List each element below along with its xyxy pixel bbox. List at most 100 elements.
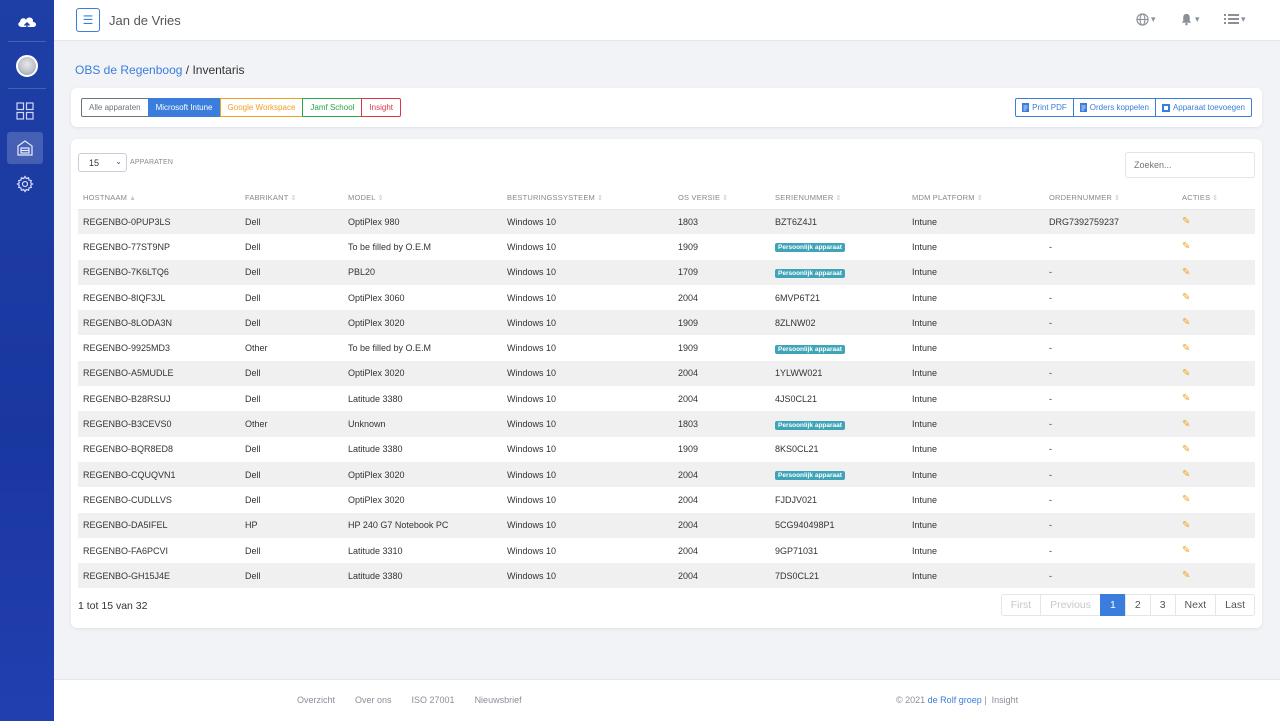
footer-link-about[interactable]: Over ons [355, 695, 392, 705]
filter-google-workspace-button[interactable]: Google Workspace [219, 98, 304, 117]
table-row[interactable]: REGENBO-FA6PCVI Dell Latitude 3310 Windows … [78, 538, 1255, 563]
column-header[interactable]: BESTURINGSSYSTEEM ⇕ [502, 186, 673, 210]
cell-actions: ✎ [1177, 563, 1255, 589]
edit-pencil-icon[interactable]: ✎ [1182, 343, 1190, 354]
column-header-label: MODEL [348, 192, 376, 202]
search-input[interactable] [1125, 152, 1255, 178]
table-row[interactable]: REGENBO-B3CEVS0 Other Unknown Windows 10 180… [78, 411, 1255, 437]
cell-os-version: 2004 [678, 393, 699, 404]
column-header[interactable]: HOSTNAAM ▲ [78, 186, 240, 210]
table-row[interactable]: REGENBO-8IQF3JL Dell OptiPlex 3060 Windows … [78, 285, 1255, 310]
cell-serial: 5CG940498P1 [770, 512, 907, 538]
first-page-button[interactable]: First [1000, 594, 1042, 616]
filter-insight-button[interactable]: Insight [361, 98, 402, 117]
table-row[interactable]: REGENBO-7K6LTQ6 Dell PBL20 Windows 10 1709 Pe… [78, 259, 1255, 285]
table-row[interactable]: REGENBO-CQUQVN1 Dell OptiPlex 3020 Windows … [78, 461, 1255, 488]
cell-vendor: Dell [240, 259, 343, 285]
cell-mdm: Intune [907, 461, 1044, 488]
edit-pencil-icon[interactable]: ✎ [1182, 292, 1190, 303]
page-length-label: APPARATEN [130, 159, 174, 166]
company-link[interactable]: de Rolf groep [928, 695, 982, 705]
next-page-button[interactable]: Next [1174, 594, 1217, 616]
cell-mdm: Intune [912, 241, 938, 252]
sidebar-item-inventory[interactable] [7, 132, 43, 164]
inventory-table-card: 15 ⌄ APPARATEN HOSTNAAM▲FABRIKANT⇕MODEL⇕… [71, 139, 1262, 628]
language-dropdown[interactable]: ▾ [1136, 13, 1156, 26]
cell-os: Windows 10 [502, 360, 673, 387]
column-header-label: ACTIES [1182, 192, 1211, 202]
cell-mdm: Intune [907, 512, 1044, 538]
cell-mdm: Intune [907, 411, 1044, 437]
table-row[interactable]: REGENBO-0PUP3LS Dell OptiPlex 980 Windows 1… [78, 209, 1255, 235]
filter-microsoft-intune-button[interactable]: Microsoft Intune [147, 98, 221, 117]
cell-vendor: Dell [245, 393, 261, 404]
footer-link-overview[interactable]: Overzicht [297, 695, 335, 705]
footer-link-newsletter[interactable]: Nieuwsbrief [475, 695, 522, 705]
edit-pencil-icon[interactable]: ✎ [1182, 494, 1190, 505]
table-row[interactable]: REGENBO-DA5IFEL HP HP 240 G7 Notebook PC Wi… [78, 512, 1255, 538]
cell-os-version: 2004 [678, 494, 699, 505]
edit-pencil-icon[interactable]: ✎ [1182, 570, 1190, 581]
cloud-upload-icon[interactable] [0, 8, 54, 36]
menu-toggle-button[interactable]: ☰ [76, 8, 100, 32]
cell-order: - [1049, 393, 1052, 404]
table-row[interactable]: REGENBO-B28RSUJ Dell Latitude 3380 Windows … [78, 386, 1255, 411]
caret-down-icon: ▾ [1241, 13, 1246, 24]
table-row[interactable]: REGENBO-77ST9NP Dell To be filled by O.E.M… [78, 234, 1255, 259]
edit-pencil-icon[interactable]: ✎ [1182, 520, 1190, 531]
cell-os: Windows 10 [502, 461, 673, 488]
sort-icon: ⇕ [835, 194, 842, 202]
edit-pencil-icon[interactable]: ✎ [1182, 469, 1190, 480]
table-row[interactable]: REGENBO-CUDLLVS Dell OptiPlex 3020 Windows … [78, 487, 1255, 512]
cell-actions: ✎ [1177, 487, 1255, 512]
column-header[interactable]: MDM PLATFORM ⇕ [907, 186, 1044, 210]
sidebar-item-settings[interactable] [7, 168, 43, 200]
edit-pencil-icon[interactable]: ✎ [1182, 419, 1190, 430]
edit-pencil-icon[interactable]: ✎ [1182, 241, 1190, 252]
column-header[interactable]: ORDERNUMMER ⇕ [1044, 186, 1177, 210]
table-row[interactable]: REGENBO-A5MUDLE Dell OptiPlex 3020 Windows … [78, 360, 1255, 387]
edit-pencil-icon[interactable]: ✎ [1182, 393, 1190, 404]
filter-jamf-school-button[interactable]: Jamf School [302, 98, 363, 117]
column-header[interactable]: ACTIES ⇕ [1177, 186, 1255, 210]
table-row[interactable]: REGENBO-9925MD3 Other To be filled by O.E.… [78, 335, 1255, 360]
user-name: Jan de Vries [109, 13, 181, 28]
options-dropdown[interactable]: ▾ [1224, 13, 1246, 25]
caret-down-icon: ▾ [1195, 14, 1200, 24]
column-header[interactable]: MODEL ⇕ [343, 186, 502, 210]
edit-pencil-icon[interactable]: ✎ [1182, 368, 1190, 379]
column-header[interactable]: SERIENUMMER ⇕ [770, 186, 907, 210]
page-3-button[interactable]: 3 [1149, 594, 1176, 616]
edit-pencil-icon[interactable]: ✎ [1182, 267, 1190, 278]
link-orders-button[interactable]: Orders koppelen [1072, 98, 1156, 117]
last-page-button[interactable]: Last [1215, 594, 1255, 616]
edit-pencil-icon[interactable]: ✎ [1182, 545, 1190, 556]
table-row[interactable]: REGENBO-BQR8ED8 Dell Latitude 3380 Windows … [78, 437, 1255, 462]
page-2-button[interactable]: 2 [1124, 594, 1151, 616]
avatar[interactable] [16, 55, 38, 77]
platform-filter-group: Alle apparaten Microsoft Intune Google Wor… [81, 98, 402, 117]
cell-order: - [1044, 563, 1177, 589]
edit-pencil-icon[interactable]: ✎ [1182, 444, 1190, 455]
edit-pencil-icon[interactable]: ✎ [1182, 216, 1190, 227]
sort-icon: ⇕ [976, 194, 983, 202]
page-1-button[interactable]: 1 [1100, 594, 1126, 616]
table-row[interactable]: REGENBO-GH15J4E Dell Latitude 3380 Windows … [78, 563, 1255, 589]
table-row[interactable]: REGENBO-8LODA3N Dell OptiPlex 3020 Windows … [78, 310, 1255, 336]
page-length-select[interactable]: 15 ⌄ [78, 153, 127, 172]
cell-serial: Persoonlijk apparaat [770, 461, 907, 488]
add-device-button[interactable]: Apparaat toevoegen [1154, 98, 1252, 117]
filter-alle-apparaten-button[interactable]: Alle apparaten [81, 98, 149, 117]
breadcrumb-school-link[interactable]: OBS de Regenboog [75, 63, 182, 77]
edit-pencil-icon[interactable]: ✎ [1182, 317, 1190, 328]
column-header[interactable]: OS VERSIE ⇕ [673, 186, 770, 210]
footer-link-iso[interactable]: ISO 27001 [412, 695, 455, 705]
notifications-dropdown[interactable]: ▾ [1180, 13, 1200, 26]
cell-actions: ✎ [1177, 386, 1255, 411]
column-header[interactable]: FABRIKANT ⇕ [240, 186, 343, 210]
print-pdf-button[interactable]: Print PDF [1015, 98, 1074, 117]
link-orders-label: Orders koppelen [1089, 103, 1149, 112]
sidebar-item-dashboard[interactable] [7, 95, 43, 127]
previous-page-button[interactable]: Previous [1040, 594, 1102, 616]
inventory-table: HOSTNAAM ▲ FABRIKANT ⇕ MODEL ⇕ BESTURINGSSYSTE… [78, 186, 1255, 589]
